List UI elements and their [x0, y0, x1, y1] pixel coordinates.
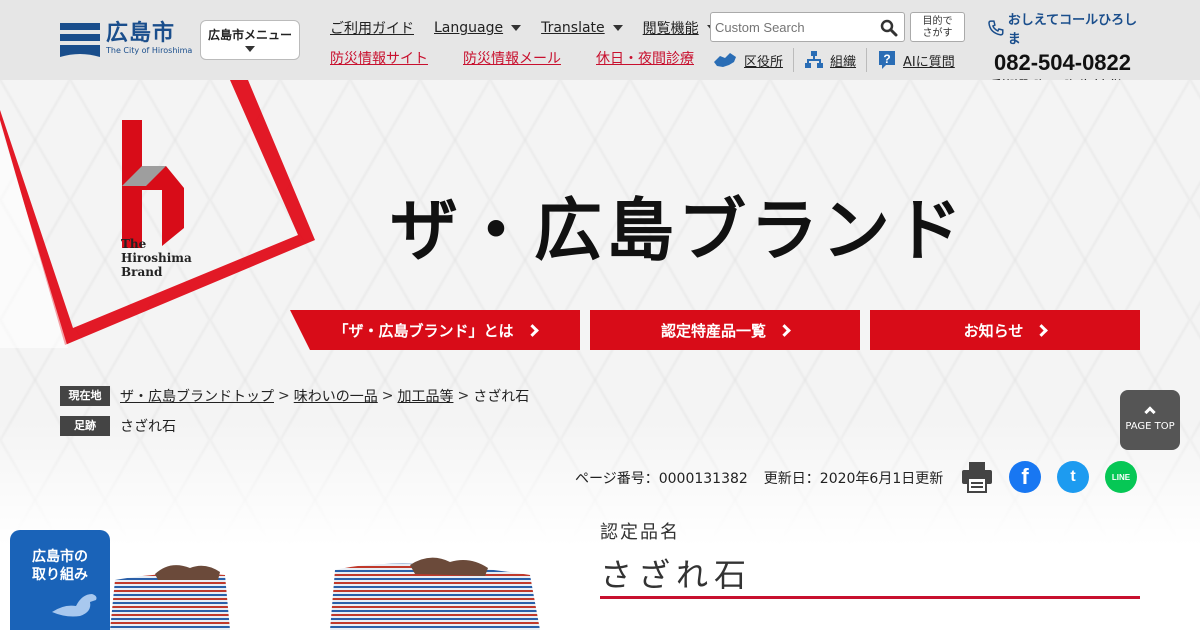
- breadcrumb-tag: 現在地: [60, 386, 110, 406]
- city-emblem-icon: [60, 23, 100, 57]
- call-center-number[interactable]: 082-504-0822: [994, 50, 1148, 76]
- page-meta: ページ番号：0000131382 更新日：2020年6月1日更新: [575, 468, 959, 488]
- ai-question-link[interactable]: ? AIに質問: [867, 48, 965, 72]
- tab-label: 「ザ・広島ブランド」とは: [333, 321, 514, 340]
- search-by-purpose-button[interactable]: 目的で さがす: [910, 12, 965, 42]
- nav-link-label: Language: [434, 20, 504, 36]
- tab-news[interactable]: お知らせ: [870, 310, 1140, 350]
- history-trail: 足跡 さざれ石: [60, 416, 176, 436]
- tab-certified-products[interactable]: 認定特産品一覧: [590, 310, 860, 350]
- line-icon: LINE: [1105, 461, 1137, 493]
- city-initiatives-banner[interactable]: 広島市の 取り組み: [10, 530, 110, 630]
- banner-line-2: 取り組み: [32, 567, 88, 583]
- nav-link-accessibility[interactable]: 閲覧機能: [643, 18, 717, 38]
- product-divider: [600, 596, 1140, 599]
- logo-name: 広島市: [106, 21, 176, 46]
- product-photo: [110, 557, 540, 630]
- primary-nav: ご利用ガイド Language Translate 閲覧機能: [330, 18, 737, 38]
- site-header: 広島市 The City of Hiroshima 広島市メニュー ご利用ガイド…: [0, 0, 1200, 90]
- city-menu-label: 広島市メニュー: [207, 28, 292, 42]
- chevron-right-icon: [525, 323, 539, 337]
- site-search: [710, 12, 905, 42]
- chevron-right-icon: [1035, 323, 1049, 337]
- breadcrumb-link-taste[interactable]: 味わいの一品: [294, 386, 378, 406]
- breadcrumb-link-processed[interactable]: 加工品等: [397, 386, 453, 406]
- brand-logo-line: The: [121, 237, 147, 251]
- banner-line-1: 広島市の: [32, 549, 88, 565]
- tab-about-brand[interactable]: 「ザ・広島ブランド」とは: [290, 310, 580, 350]
- line-share-button[interactable]: LINE: [1104, 460, 1138, 494]
- purpose-line-1: 目的で: [922, 16, 953, 27]
- tab-label: 認定特産品一覧: [660, 321, 766, 340]
- organization-link[interactable]: 組織: [794, 48, 868, 72]
- caret-down-icon: [612, 25, 623, 31]
- breadcrumb: 現在地 ザ・広島ブランドトップ > 味わいの一品 > 加工品等 > さざれ石: [60, 386, 529, 406]
- phone-icon: [988, 20, 1004, 36]
- call-center-label: おしえてコールひろしま: [1007, 13, 1138, 47]
- call-center-label-row: おしえてコールひろしま: [988, 9, 1148, 47]
- history-tag: 足跡: [60, 416, 110, 436]
- nav-link-translate[interactable]: Translate: [541, 18, 623, 38]
- ai-question-label: AIに質問: [903, 54, 955, 70]
- tab-label: お知らせ: [963, 321, 1024, 340]
- org-chart-icon: [805, 51, 824, 68]
- updated-date: 更新日：2020年6月1日更新: [763, 471, 944, 487]
- nav-link-emergency-clinic[interactable]: 休日・夜間診療: [596, 48, 694, 68]
- ward-office-link[interactable]: 区役所: [712, 48, 795, 72]
- organization-label: 組織: [830, 54, 857, 70]
- twitter-icon: t: [1057, 461, 1089, 493]
- caret-down-icon: [511, 25, 522, 31]
- call-center: おしえてコールひろしま 082-504-0822 受付時間8時～21時（年中無休…: [988, 9, 1148, 90]
- nav-link-guide[interactable]: ご利用ガイド: [330, 18, 414, 38]
- nav-link-label: 閲覧機能: [642, 21, 699, 37]
- product-label: 認定品名: [600, 522, 680, 543]
- product-name: さざれ石: [600, 556, 753, 594]
- share-buttons: f t LINE: [960, 460, 1152, 494]
- logo-subtitle: The City of Hiroshima: [106, 46, 193, 55]
- brand-logo-line: Brand: [121, 265, 163, 279]
- breadcrumb-separator: >: [381, 388, 394, 404]
- search-icon[interactable]: [880, 19, 898, 37]
- print-button[interactable]: [960, 460, 994, 494]
- city-logo[interactable]: 広島市 The City of Hiroshima: [60, 19, 192, 59]
- question-icon: ?: [879, 51, 896, 69]
- nav-link-language[interactable]: Language: [434, 18, 522, 38]
- utility-links: 区役所 組織 ? AIに質問: [712, 48, 965, 72]
- brand-logo-line: Hiroshima: [121, 251, 192, 265]
- hero-section: The Hiroshima Brand ザ・広島ブランド 「ザ・広島ブランド」と…: [0, 80, 1200, 630]
- breadcrumb-separator: >: [278, 388, 290, 404]
- print-icon: [962, 462, 992, 493]
- breadcrumb-current: さざれ石: [473, 389, 530, 405]
- nav-link-disaster-site[interactable]: 防災情報サイト: [330, 48, 428, 68]
- city-menu-button[interactable]: 広島市メニュー: [200, 20, 300, 60]
- page-title: ザ・広島ブランド: [390, 191, 967, 271]
- chevron-right-icon: [778, 323, 791, 337]
- page-top-label: PAGE TOP: [1125, 421, 1175, 432]
- facebook-share-button[interactable]: f: [1008, 460, 1042, 494]
- nav-link-disaster-mail[interactable]: 防災情報メール: [463, 48, 561, 68]
- ward-office-label: 区役所: [744, 54, 784, 70]
- search-input[interactable]: [711, 13, 871, 41]
- dove-icon: [52, 594, 97, 617]
- history-item: さざれ石: [120, 419, 176, 435]
- svg-text:?: ?: [883, 52, 890, 66]
- secondary-nav: 防災情報サイト 防災情報メール 休日・夜間診療: [330, 48, 729, 68]
- purpose-line-2: さがす: [922, 28, 953, 39]
- page-top-button[interactable]: PAGE TOP: [1120, 390, 1180, 450]
- map-icon: [714, 53, 736, 67]
- arrow-up-icon: [1144, 406, 1156, 418]
- breadcrumb-link-top[interactable]: ザ・広島ブランドトップ: [120, 386, 274, 406]
- chevron-down-icon: [245, 46, 255, 52]
- nav-link-label: ご利用ガイド: [330, 21, 414, 37]
- nav-link-label: Translate: [541, 20, 605, 36]
- twitter-share-button[interactable]: t: [1056, 460, 1090, 494]
- breadcrumb-separator: >: [457, 388, 470, 404]
- facebook-icon: f: [1009, 461, 1041, 493]
- brand-logo-text: The Hiroshima Brand: [121, 237, 192, 279]
- page-number: ページ番号：0000131382: [575, 471, 748, 487]
